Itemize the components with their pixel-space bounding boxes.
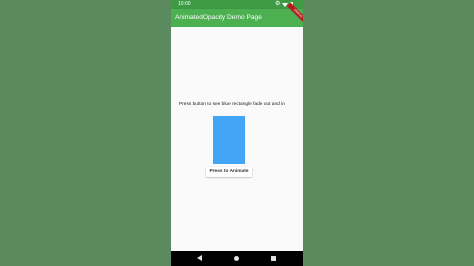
navigation-bar — [171, 251, 303, 266]
back-icon[interactable] — [197, 255, 202, 261]
page-title: AnimatedOpacity Demo Page — [175, 14, 262, 21]
phone-screen: 10:00 ⚙ AnimatedOpacity Demo Page DEBUG … — [171, 0, 303, 266]
animate-button[interactable]: Press to Animate — [206, 167, 252, 177]
recents-icon[interactable] — [271, 256, 276, 261]
home-icon[interactable] — [234, 256, 239, 261]
status-time: 10:00 — [178, 1, 191, 7]
instruction-text: Press button to see blue rectangle fade … — [179, 102, 285, 107]
gear-icon: ⚙ — [275, 1, 281, 7]
page-body: Press button to see blue rectangle fade … — [171, 27, 303, 251]
blue-rectangle — [213, 116, 245, 164]
app-bar: AnimatedOpacity Demo Page DEBUG — [171, 2, 303, 27]
status-bar: 10:00 ⚙ — [171, 0, 303, 9]
